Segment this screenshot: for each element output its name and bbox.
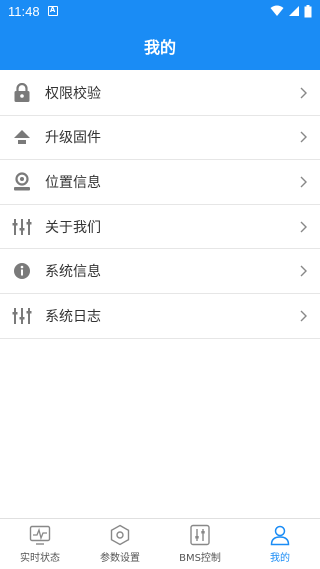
tab-realtime-status[interactable]: 实时状态 [0,519,80,569]
tab-label: 实时状态 [20,553,60,564]
location-icon [12,172,32,192]
tab-mine[interactable]: 我的 [240,519,320,569]
menu-item-label: 关于我们 [45,219,101,236]
bottom-tab-bar: 实时状态 参数设置 BMS控制 我的 [0,518,320,569]
chevron-right-icon [300,221,307,233]
status-bar: 11:48 A [0,0,320,22]
chevron-right-icon [300,176,307,188]
tab-label: 我的 [270,553,290,564]
notification-icon: A [47,6,58,16]
tab-bms-control[interactable]: BMS控制 [160,519,240,569]
status-indicators [270,4,312,18]
settings-menu: 权限校验 升级固件 位置信息 关于我们 系统信息 系统日志 [0,71,320,339]
menu-item-system-info[interactable]: 系统信息 [0,249,320,294]
menu-item-label: 升级固件 [45,130,101,147]
wifi-icon [270,5,284,16]
menu-item-about[interactable]: 关于我们 [0,205,320,250]
monitor-icon [29,525,51,545]
status-time: 11:48 [8,3,40,19]
page-title: 我的 [143,38,176,57]
menu-item-firmware[interactable]: 升级固件 [0,116,320,161]
control-panel-icon [190,524,210,546]
tab-parameter-settings[interactable]: 参数设置 [80,519,160,569]
page-header: 我的 [0,22,320,70]
menu-item-label: 系统信息 [45,264,101,281]
tab-label: 参数设置 [100,553,140,564]
menu-item-label: 系统日志 [45,308,101,325]
chevron-right-icon [300,87,307,99]
hexagon-settings-icon [110,524,130,546]
menu-item-label: 权限校验 [45,85,101,102]
upload-icon [12,127,32,147]
menu-item-label: 位置信息 [45,174,101,191]
user-icon [270,525,290,546]
signal-icon [289,6,299,16]
menu-item-system-log[interactable]: 系统日志 [0,294,320,339]
tab-label: BMS控制 [179,553,221,564]
chevron-right-icon [300,265,307,277]
chevron-right-icon [300,310,307,322]
chevron-right-icon [300,131,307,143]
sliders-icon [12,306,32,326]
menu-item-location[interactable]: 位置信息 [0,160,320,205]
info-icon [12,261,32,281]
menu-item-permission[interactable]: 权限校验 [0,71,320,116]
battery-icon [304,4,312,17]
sliders-icon [12,217,32,237]
lock-icon [12,82,32,103]
